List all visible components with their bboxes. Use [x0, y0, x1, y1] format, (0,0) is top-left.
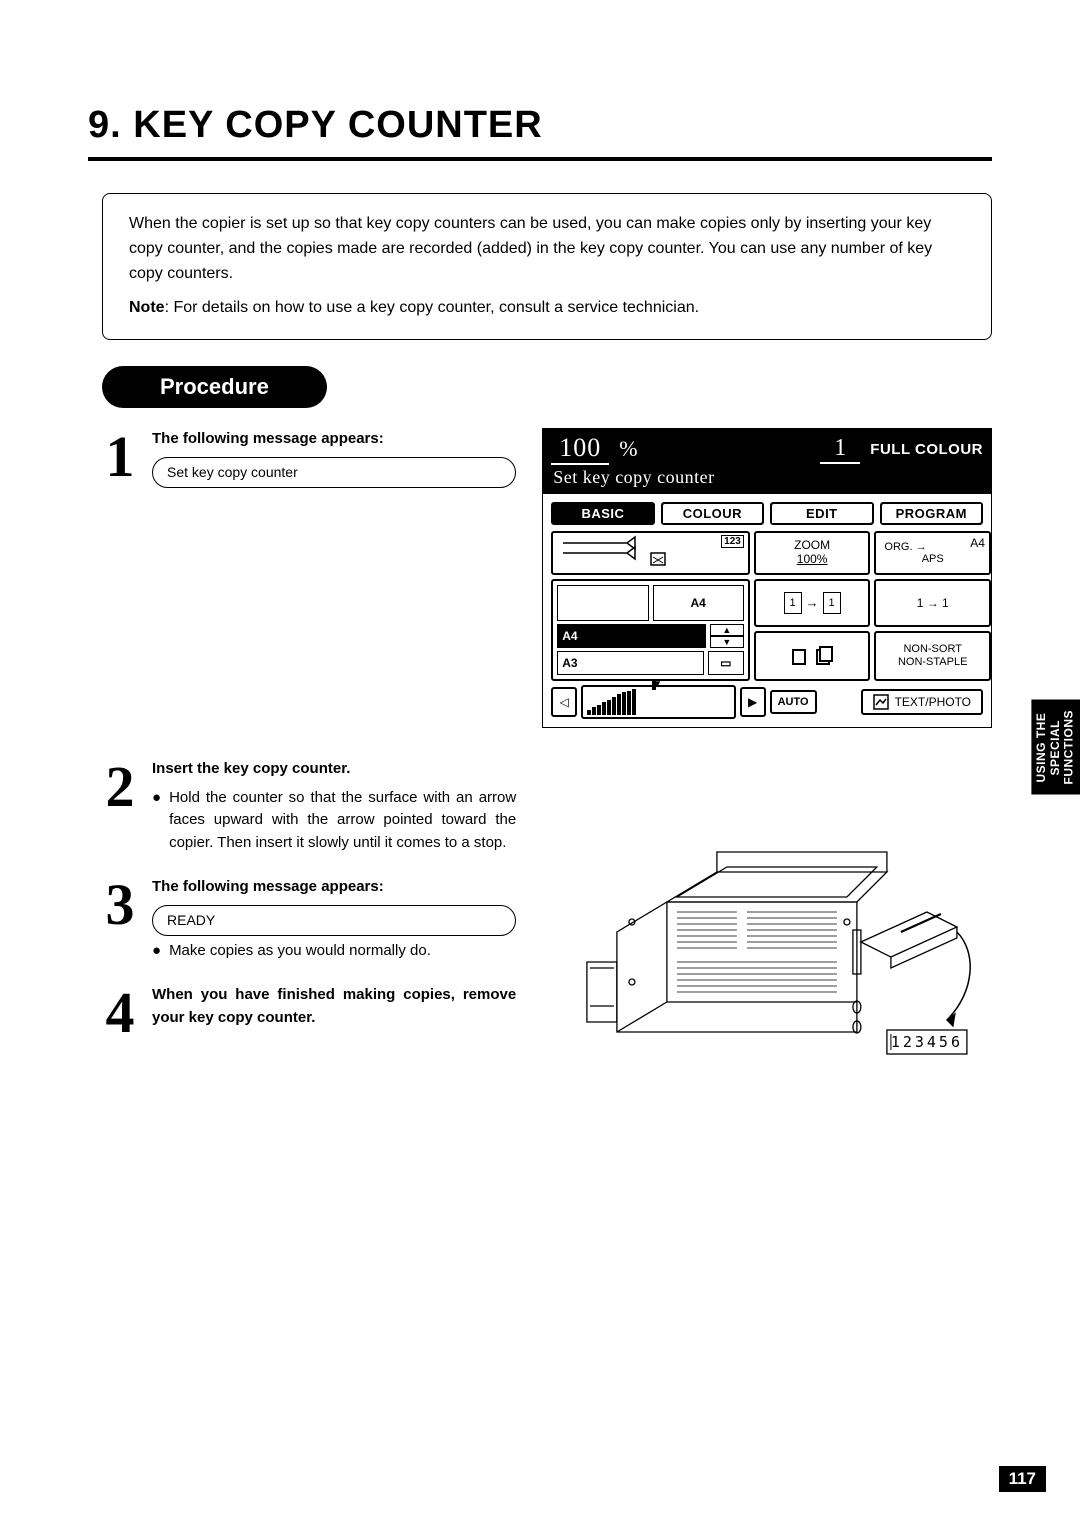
sort-icon	[790, 646, 810, 666]
step4-heading: When you have finished making copies, re…	[152, 984, 516, 1029]
step3-heading: The following message appears:	[152, 876, 516, 899]
lcd-quantity: 1	[820, 435, 860, 464]
sort-cell[interactable]: NON-SORT NON-STAPLE	[874, 631, 991, 682]
duplex-icon-cell[interactable]: 1→1	[754, 579, 871, 626]
intro-box: When the copier is set up so that key co…	[102, 193, 992, 340]
density-right-icon[interactable]: ▶	[740, 687, 766, 717]
density-row: ◁ ▼ ▶ AUTO TEXT/PHOTO	[551, 685, 983, 719]
title-rule	[88, 157, 992, 161]
step-4: 4 When you have finished making copies, …	[102, 984, 516, 1036]
step-3: 3 The following message appears: READY ●…	[102, 876, 516, 966]
paper-slot-a4[interactable]: A4	[653, 585, 744, 621]
staple-icon	[814, 646, 834, 666]
procedure-heading: Procedure	[102, 366, 327, 408]
intro-note: Note: For details on how to use a key co…	[129, 296, 969, 321]
step3-bullet: Make copies as you would normally do.	[169, 940, 431, 963]
step-number: 3	[102, 882, 138, 966]
org-label: ORG.	[884, 541, 912, 553]
aps-size: A4	[970, 537, 985, 551]
step1-message: Set key copy counter	[152, 457, 516, 488]
staple-label: NON-STAPLE	[898, 656, 967, 669]
sort-icon-cell[interactable]	[754, 631, 871, 682]
lcd-header: 100 % 1 FULL COLOUR	[543, 429, 991, 467]
lcd-colour-mode: FULL COLOUR	[870, 441, 983, 458]
tab-colour[interactable]: COLOUR	[661, 502, 764, 525]
page-icon: 1	[823, 592, 841, 614]
note-label: Note	[129, 299, 165, 316]
density-marker-icon: ▼	[652, 679, 656, 690]
copier-illustration: 123456	[542, 782, 992, 1082]
image-type-button[interactable]: TEXT/PHOTO	[861, 689, 983, 715]
image-type-label: TEXT/PHOTO	[895, 695, 971, 709]
tray-icon	[557, 535, 667, 569]
density-auto-button[interactable]: AUTO	[770, 690, 817, 714]
step2-bullet: Hold the counter so that the surface wit…	[169, 787, 516, 855]
tray-indicator: 123	[551, 531, 750, 575]
paper-stepper[interactable]: ▲▼	[710, 624, 744, 648]
step3-message: READY	[152, 905, 516, 936]
step-number: 1	[102, 434, 138, 492]
step-number: 4	[102, 990, 138, 1036]
sort-label: NON-SORT	[903, 643, 961, 656]
paper-slot-a4-selected[interactable]: A4	[557, 624, 706, 648]
step1-heading: The following message appears:	[152, 428, 516, 451]
paper-slot-a3[interactable]: A3	[557, 651, 704, 675]
page-icon: 1	[784, 592, 802, 614]
tab-edit[interactable]: EDIT	[770, 502, 873, 525]
bullet-icon: ●	[152, 940, 161, 963]
zoom-cell[interactable]: ZOOM 100%	[754, 531, 871, 575]
bullet-icon: ●	[152, 787, 161, 855]
step2-heading: Insert the key copy counter.	[152, 758, 516, 781]
lcd-panel: 100 % 1 FULL COLOUR Set key copy counter…	[542, 428, 992, 728]
intro-text: When the copier is set up so that key co…	[129, 212, 969, 286]
density-bar[interactable]: ▼	[581, 685, 735, 719]
step-2: 2 Insert the key copy counter. ●Hold the…	[102, 758, 516, 858]
lcd-zoom-value: 100	[551, 433, 609, 465]
lcd-zoom-unit: %	[619, 436, 637, 462]
section-side-tab: USING THESPECIALFUNCTIONS	[1031, 700, 1080, 795]
tray-counter: 123	[721, 535, 744, 548]
tab-program[interactable]: PROGRAM	[880, 502, 983, 525]
steps-234-row: 2 Insert the key copy counter. ●Hold the…	[102, 758, 992, 1082]
zoom-pct: 100%	[797, 553, 828, 567]
counter-display: 123456	[891, 1033, 963, 1051]
paper-tray-icon: ▭	[708, 651, 744, 675]
step1-row: 1 The following message appears: Set key…	[102, 428, 992, 728]
lcd-tabs: BASIC COLOUR EDIT PROGRAM	[551, 502, 983, 525]
image-type-icon	[873, 694, 889, 710]
tab-basic[interactable]: BASIC	[551, 502, 654, 525]
aps-cell[interactable]: ORG. → APS A4	[874, 531, 991, 575]
zoom-label: ZOOM	[794, 539, 830, 553]
density-left-icon[interactable]: ◁	[551, 687, 577, 717]
step-number: 2	[102, 764, 138, 858]
note-text: : For details on how to use a key copy c…	[165, 299, 700, 316]
duplex-cell[interactable]: 1 → 1	[874, 579, 991, 626]
aps-label: APS	[922, 553, 944, 566]
paper-slot-empty[interactable]	[557, 585, 648, 621]
manual-page: 9. KEY COPY COUNTER When the copier is s…	[0, 0, 1080, 1528]
page-number: 117	[999, 1466, 1046, 1492]
lcd-message: Set key copy counter	[543, 467, 991, 494]
paper-select[interactable]: A4 A4 ▲▼ A3 ▭	[551, 579, 750, 681]
step-1: 1 The following message appears: Set key…	[102, 428, 516, 492]
chapter-title: 9. KEY COPY COUNTER	[88, 80, 992, 147]
